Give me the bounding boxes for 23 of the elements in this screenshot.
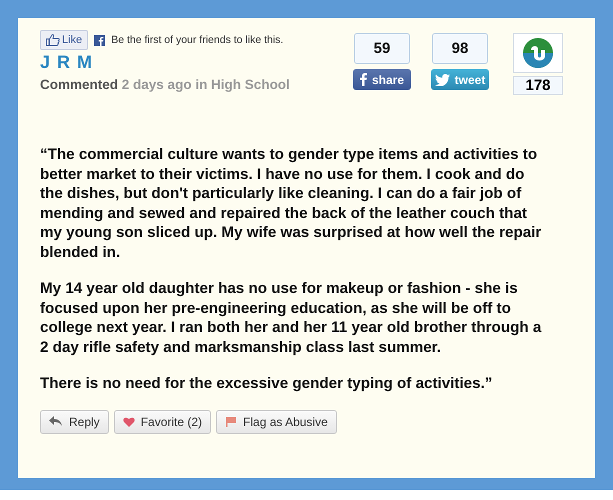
like-button[interactable]: Like [40, 30, 88, 50]
tweet-button[interactable]: tweet [431, 69, 489, 90]
share-button[interactable]: share [353, 69, 411, 90]
comment-paragraph: There is no need for the excessive gender typing of activities.” [40, 374, 494, 394]
facebook-icon [94, 34, 106, 46]
comment-paragraph: My 14 year old daughter has no use for makeup or fashion - she is focused upon her pre-engineering education, as she will be off to college next year. I ran both her and her 11 year old brother through a 2 day rifle safety and marksmanship class last summer. [40, 279, 542, 357]
flag-button[interactable]: Flag as Abusive [216, 410, 337, 434]
share-count: 178 [513, 76, 563, 95]
comment-meta: Commented 2 days ago in High School [40, 77, 290, 92]
stumbleupon-logo[interactable] [513, 33, 563, 73]
flag-icon [225, 416, 238, 427]
bird-icon [434, 74, 450, 86]
thumbs-up-icon [46, 34, 60, 46]
facebook-icon [360, 73, 367, 86]
heart-icon [122, 416, 135, 426]
share-count: 98 [432, 33, 488, 64]
reply-icon [49, 416, 63, 427]
like-prompt: Be the first of your friends to like this. [111, 34, 284, 46]
reply-button[interactable]: Reply [40, 410, 109, 434]
favorite-button[interactable]: Favorite (2) [114, 410, 212, 434]
comment-paragraph: “The commercial culture wants to gender type items and activities to better market to their victims. I have no use for them. I cook and do the dishes, but don't particularly like cleaning. I can do a fair job of mending and sewed and repaired the back of the leather couch that my young son sliced up. My wife was surprised at how well the repair blended in. [40, 145, 542, 262]
author-name[interactable]: J R M [40, 52, 290, 73]
share-count: 59 [354, 33, 410, 64]
